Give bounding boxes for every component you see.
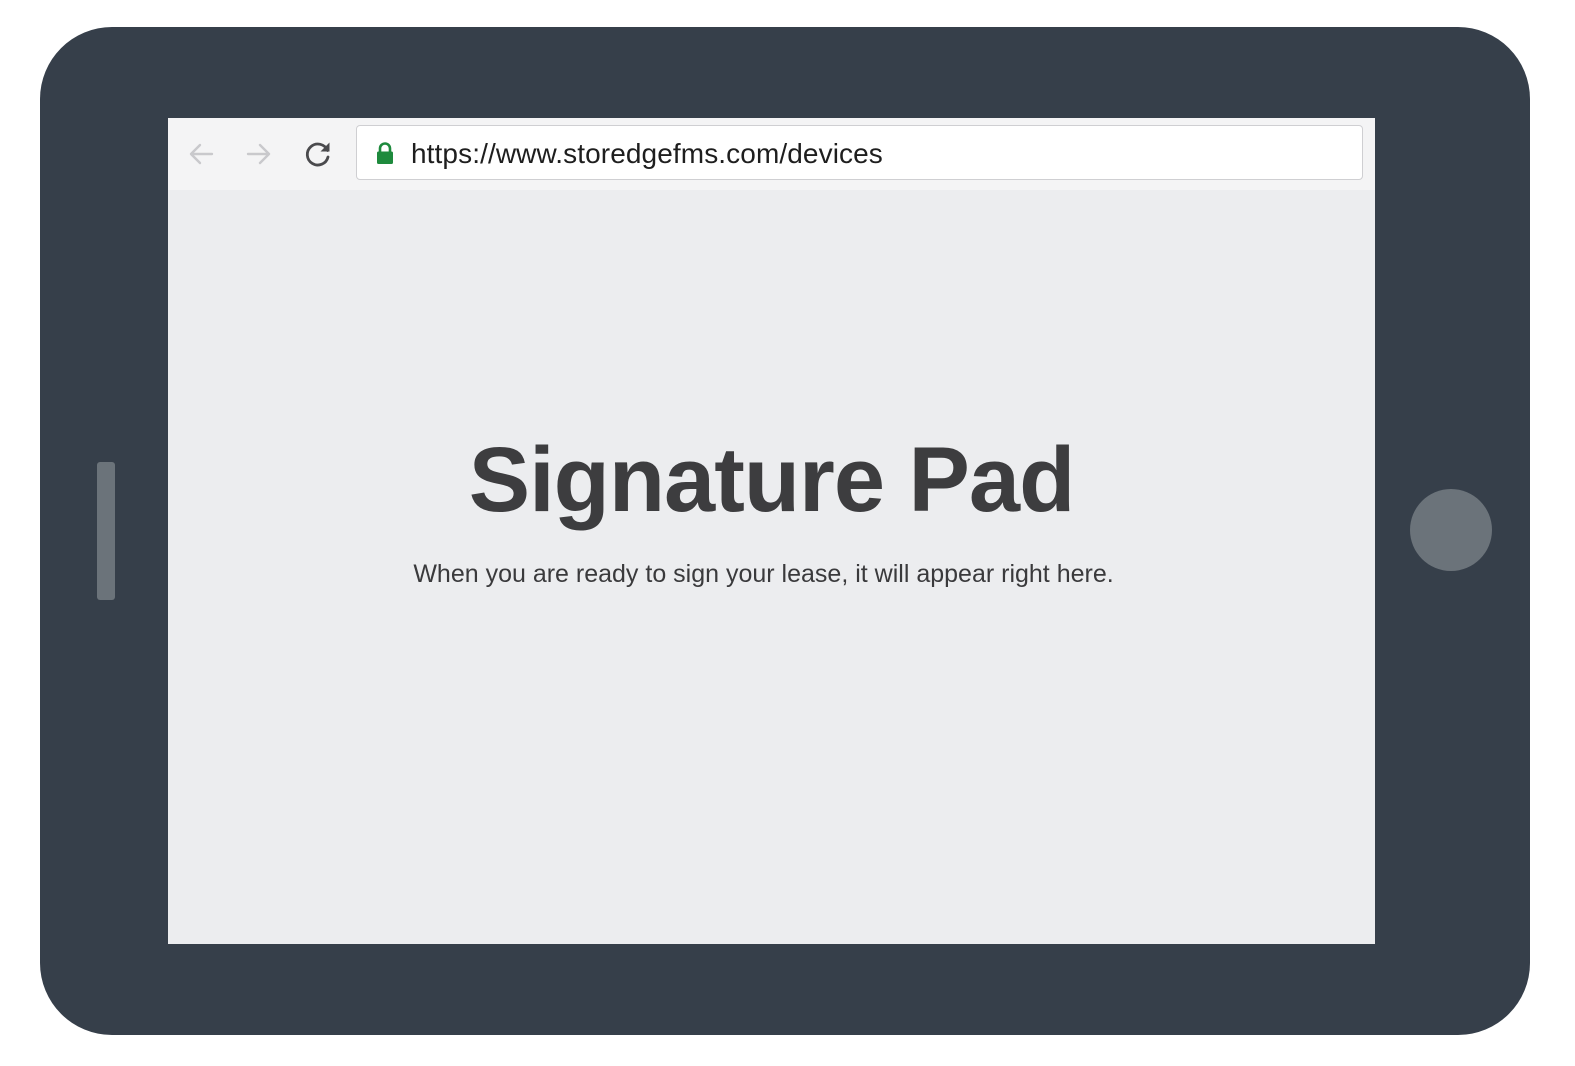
url-text: https://www.storedgefms.com/devices [411,138,883,169]
tablet-home-button[interactable] [1410,489,1492,571]
tablet-device-frame: https://www.storedgefms.com/devices Sign… [40,27,1530,1035]
forward-button[interactable] [239,134,279,174]
back-button[interactable] [181,134,221,174]
reload-button[interactable] [298,134,338,174]
browser-toolbar: https://www.storedgefms.com/devices [168,118,1375,190]
arrow-right-icon [246,143,271,165]
arrow-left-icon [189,143,214,165]
lock-icon [377,142,393,164]
browser-screen: https://www.storedgefms.com/devices Sign… [168,118,1375,944]
address-bar[interactable]: https://www.storedgefms.com/devices [356,125,1363,180]
page-message: When you are ready to sign your lease, i… [413,560,1114,588]
reload-icon [305,142,330,167]
page-title: Signature Pad [468,429,1076,531]
tablet-side-button[interactable] [97,462,115,600]
page-content: Signature Pad When you are ready to sign… [168,190,1375,944]
